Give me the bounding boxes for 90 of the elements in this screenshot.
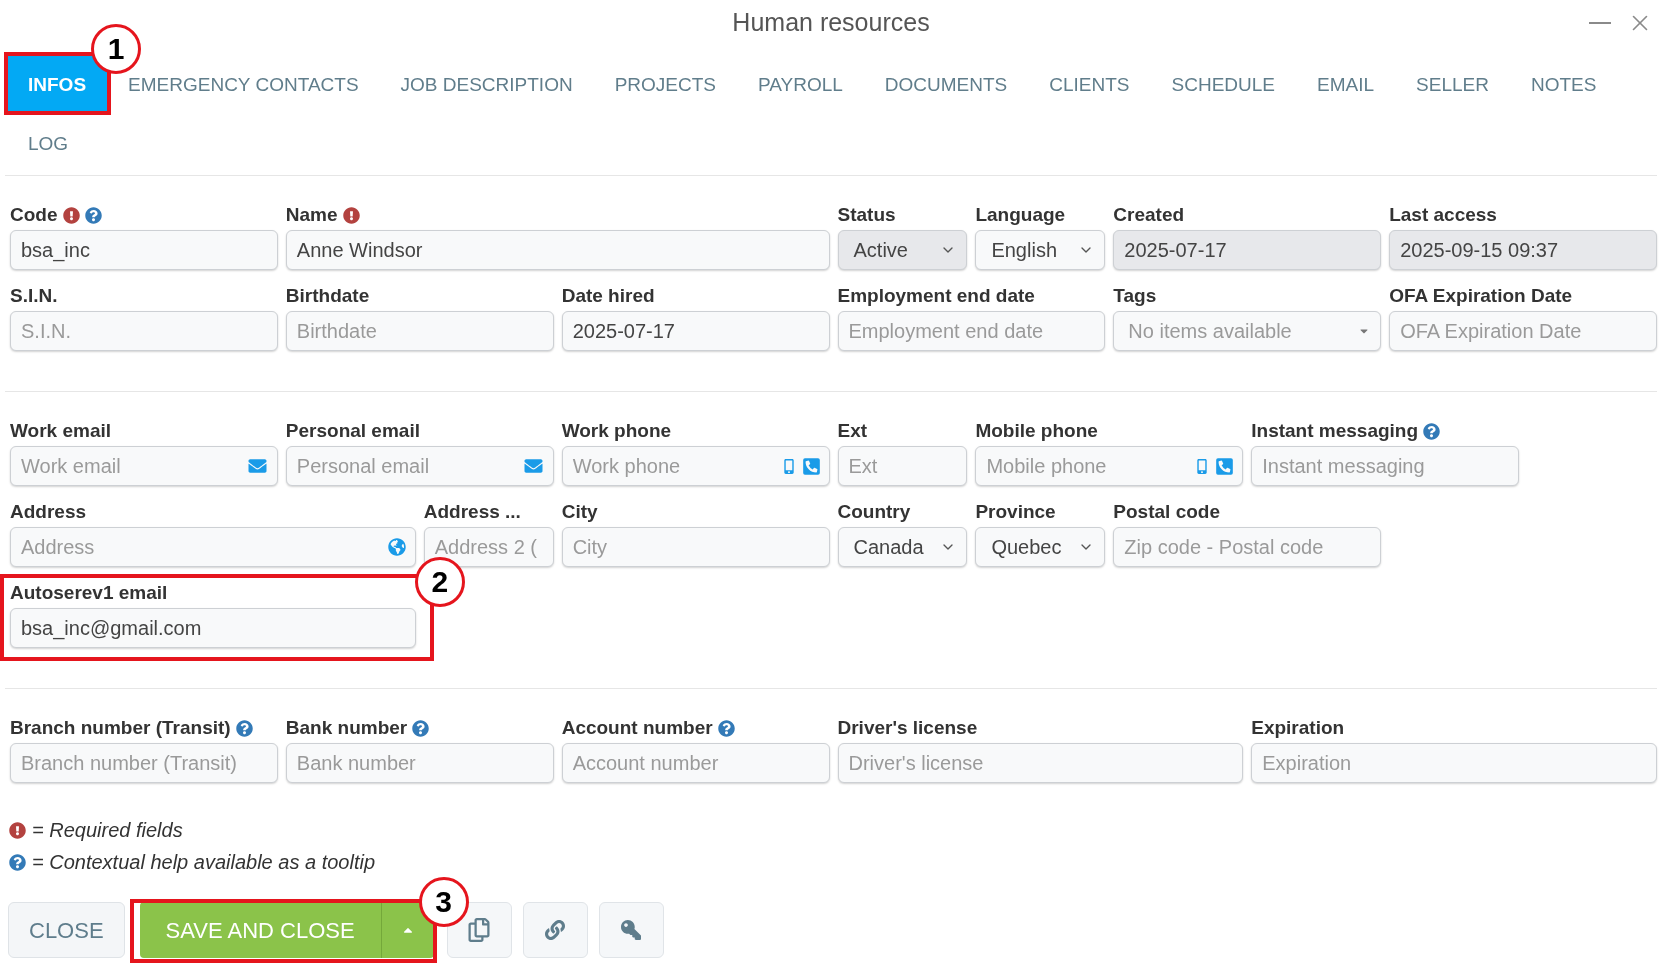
field-label: Employment end date [837, 283, 1035, 308]
text-field[interactable]: 2025-07-17 [561, 311, 830, 351]
tab[interactable]: PROJECTS [593, 55, 737, 112]
envelope-icon [522, 457, 544, 475]
field-label: Bank number [285, 715, 408, 740]
phone-icon [1215, 456, 1235, 476]
minimize-icon [1589, 21, 1611, 24]
tab[interactable]: EMAIL [1296, 55, 1396, 112]
field-label: Code [10, 202, 58, 227]
phone-icon [801, 456, 821, 476]
field-label: Branch number (Transit) [10, 715, 231, 740]
envelope-icon [246, 457, 268, 475]
window-title: Human resources [732, 6, 930, 38]
text-field[interactable]: Zip code - Postal code [1113, 527, 1382, 567]
tags-field[interactable]: No items available [1113, 311, 1382, 351]
field-label: Last access [1389, 202, 1497, 227]
key-button[interactable] [598, 902, 664, 958]
tab[interactable]: DOCUMENTS [863, 55, 1029, 112]
field-label: Account number [561, 715, 713, 740]
text-field[interactable]: bsa_inc [10, 230, 278, 270]
text-field[interactable]: Expiration [1251, 743, 1657, 783]
globe-icon [387, 538, 406, 556]
save-and-close-button[interactable]: SAVE AND CLOSE [139, 902, 381, 958]
field-label: Driver's license [837, 715, 978, 740]
phone-field[interactable]: Mobile phone [975, 446, 1244, 486]
field-label: Mobile phone [975, 418, 1098, 443]
text-field[interactable]: Bank number [285, 743, 554, 783]
field-label: Address [10, 499, 87, 524]
field-label: Province [975, 499, 1056, 524]
tab[interactable]: PAYROLL [737, 55, 864, 112]
copy-icon [468, 918, 491, 942]
step-marker: 2 [414, 557, 465, 607]
tab[interactable]: SCHEDULE [1150, 55, 1297, 112]
tab[interactable]: LOG [7, 114, 90, 171]
text-field[interactable]: Address 2 ( [423, 527, 554, 567]
dropdown[interactable]: Quebec [975, 527, 1106, 567]
text-field[interactable]: Employment end date [837, 311, 1106, 351]
mobile-phone-icon [1197, 458, 1208, 474]
phone-field[interactable]: Work phone [561, 446, 830, 486]
field-label: Date hired [561, 283, 655, 308]
field-label: Postal code [1113, 499, 1220, 524]
text-field[interactable]: Ext [837, 446, 968, 486]
legend-text: = Contextual help available as a tooltip [32, 850, 375, 875]
text-field[interactable]: OFA Expiration Date [1389, 311, 1657, 351]
field-label: Country [837, 499, 911, 524]
tab[interactable]: NOTES [1509, 55, 1618, 112]
text-field[interactable]: Driver's license [837, 743, 1244, 783]
text-field[interactable]: Branch number (Transit) [10, 743, 278, 783]
text-field[interactable]: Birthdate [285, 311, 554, 351]
field-label: Ext [837, 418, 868, 443]
step-marker: 3 [418, 877, 469, 927]
text-field[interactable]: bsa_inc@gmail.com [10, 608, 416, 648]
legend-text: = Required fields [32, 818, 183, 843]
help-icon [9, 853, 26, 871]
field-label: Address ... [423, 499, 521, 524]
dropdown[interactable]: Canada [837, 527, 968, 567]
text-field[interactable]: S.I.N. [10, 311, 278, 351]
tab[interactable]: CLIENTS [1028, 55, 1151, 112]
field-label: Created [1113, 202, 1185, 227]
text-field[interactable]: Anne Windsor [285, 230, 830, 270]
address-field[interactable]: Address [10, 527, 416, 567]
text-field[interactable]: Account number [561, 743, 830, 783]
close-button[interactable]: CLOSE [8, 902, 125, 958]
field-label: Expiration [1251, 715, 1345, 740]
field-label: S.I.N. [10, 283, 58, 308]
key-icon [621, 920, 642, 940]
field-label: Status [837, 202, 896, 227]
field-label: Work phone [561, 418, 672, 443]
email-field[interactable]: Work email [10, 446, 278, 486]
field-label: Birthdate [285, 283, 370, 308]
exclamation-icon [9, 821, 26, 839]
mobile-phone-icon [783, 458, 794, 474]
dropdown[interactable]: English [975, 230, 1106, 270]
link-icon [545, 920, 566, 940]
field-label: OFA Expiration Date [1389, 283, 1573, 308]
text-field[interactable]: City [561, 527, 830, 567]
field-label: City [561, 499, 598, 524]
link-button[interactable] [522, 902, 588, 958]
text-field[interactable]: Instant messaging [1251, 446, 1520, 486]
field-label: Tags [1113, 283, 1157, 308]
field-label: Personal email [285, 418, 420, 443]
step-marker: 1 [91, 24, 142, 74]
field-label: Work email [10, 418, 112, 443]
tab[interactable]: SELLER [1395, 55, 1510, 112]
field-label: Autoserev1 email [10, 580, 168, 605]
field-label: Language [975, 202, 1066, 227]
tab[interactable]: JOB DESCRIPTION [379, 55, 594, 112]
field-label: Instant messaging [1251, 418, 1419, 443]
email-field[interactable]: Personal email [285, 446, 554, 486]
field-label: Name [285, 202, 338, 227]
